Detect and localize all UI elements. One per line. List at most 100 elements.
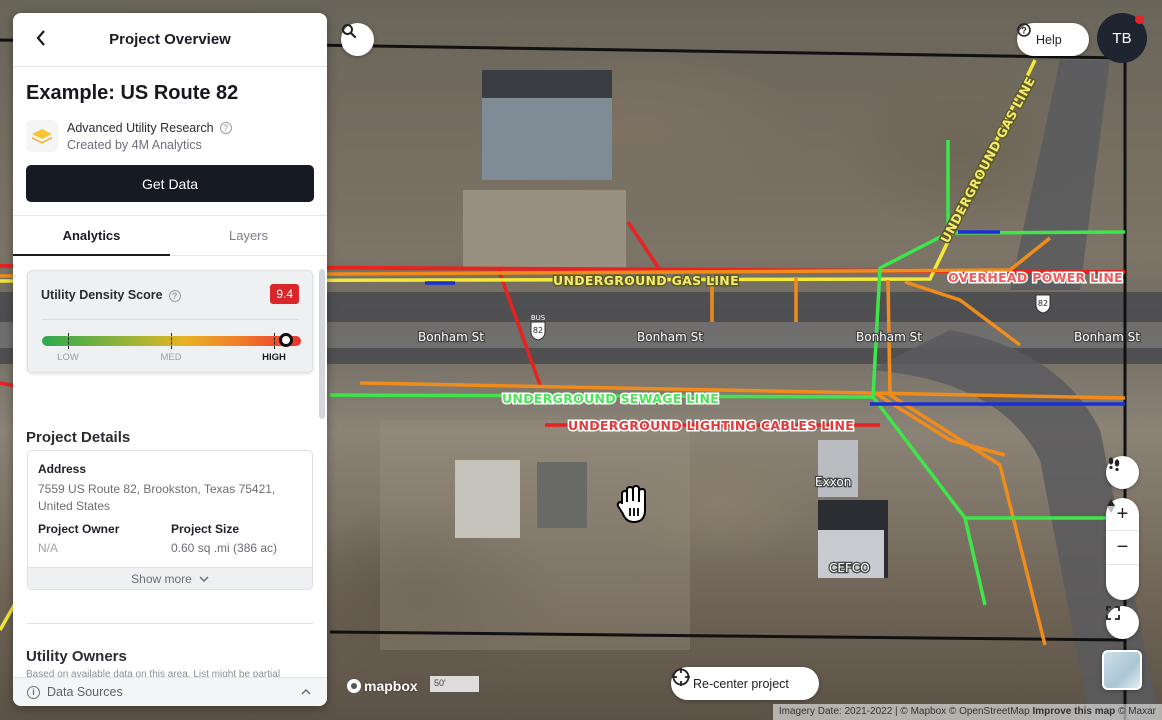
basemap-switcher[interactable] bbox=[1102, 650, 1142, 690]
utility-label-gas: UNDERGROUND GAS LINE bbox=[553, 273, 739, 288]
map-attribution: Imagery Date: 2021-2022 | © Mapbox © Ope… bbox=[772, 704, 1162, 720]
route-shield: 82 BUS bbox=[530, 314, 546, 341]
divider bbox=[27, 623, 313, 624]
show-more-button[interactable]: Show more bbox=[28, 567, 312, 589]
poi-label-cefco: CEFCO bbox=[829, 561, 870, 575]
utility-label-sewage: UNDERGROUND SEWAGE LINE bbox=[502, 391, 719, 406]
building-roof-top bbox=[482, 70, 612, 98]
svg-text:?: ? bbox=[1021, 26, 1027, 36]
panel-header: Project Overview bbox=[13, 13, 327, 67]
get-data-button[interactable]: Get Data bbox=[26, 165, 314, 202]
density-gradient-bar bbox=[42, 333, 301, 349]
maxar-attribution: © Maxar bbox=[1118, 706, 1156, 717]
project-details-card: Address 7559 US Route 82, Brookston, Tex… bbox=[27, 450, 313, 590]
project-details-heading: Project Details bbox=[26, 429, 131, 446]
back-button[interactable] bbox=[35, 28, 55, 52]
plus-icon: + bbox=[1116, 502, 1129, 525]
map-search-button[interactable] bbox=[341, 23, 374, 56]
product-creator: Created by 4M Analytics bbox=[67, 137, 202, 152]
route-shield: 82 bbox=[1035, 294, 1051, 314]
utility-density-card: Utility Density Score? 9.4 LOW MED HIGH bbox=[27, 270, 313, 373]
help-label: Help bbox=[1036, 32, 1062, 47]
notification-dot bbox=[1135, 15, 1144, 24]
data-sources-label: Data Sources bbox=[47, 685, 123, 699]
size-label: Project Size bbox=[171, 522, 240, 536]
panel-tabs: Analytics Layers bbox=[13, 215, 327, 256]
minus-icon: − bbox=[1116, 536, 1129, 558]
mapbox-icon bbox=[347, 679, 361, 693]
level-high: HIGH bbox=[262, 352, 286, 363]
address-label: Address bbox=[38, 462, 87, 476]
analytics-content[interactable]: Utility Density Score? 9.4 LOW MED HIGH … bbox=[13, 257, 327, 677]
product-name: Advanced Utility Research bbox=[67, 120, 214, 135]
layers-icon bbox=[26, 120, 58, 152]
owner-label: Project Owner bbox=[38, 522, 120, 536]
mapbox-logo[interactable]: mapbox bbox=[347, 678, 418, 694]
density-help-icon[interactable]: ? bbox=[168, 289, 181, 302]
route-shield-bus-label: BUS bbox=[531, 314, 546, 322]
divider bbox=[41, 319, 299, 320]
avatar-initials: TB bbox=[1112, 29, 1132, 47]
level-med: MED bbox=[160, 352, 182, 363]
user-avatar[interactable]: TB bbox=[1097, 13, 1147, 63]
utility-label-lighting: UNDERGROUND LIGHTING CABLES LINE bbox=[568, 418, 854, 433]
owner-value: N/A bbox=[38, 541, 59, 555]
size-value: 0.60 sq .mi (386 ac) bbox=[171, 541, 278, 555]
utility-label-power: OVERHEAD POWER LINE bbox=[948, 270, 1123, 285]
show-more-label: Show more bbox=[131, 571, 192, 586]
recenter-label: Re-center project bbox=[693, 676, 789, 691]
utility-owners-heading: Utility Owners bbox=[26, 648, 127, 665]
level-low: LOW bbox=[57, 352, 79, 363]
product-info: Advanced Utility Research? Created by 4M… bbox=[26, 120, 232, 152]
improve-map-link[interactable]: Improve this map bbox=[1032, 706, 1115, 717]
chevron-down-icon bbox=[199, 575, 209, 582]
tick-high bbox=[274, 333, 275, 349]
lot bbox=[380, 420, 690, 650]
address-value: 7559 US Route 82, Brookston, Texas 75421… bbox=[38, 482, 276, 513]
compass-icon bbox=[1107, 499, 1115, 513]
tick-low bbox=[68, 333, 69, 349]
power-line-branch[interactable] bbox=[626, 221, 662, 271]
project-overview-panel: Project Overview Example: US Route 82 Ad… bbox=[13, 13, 327, 706]
utility-owners-subtitle: Based on available data on this area. Li… bbox=[26, 669, 281, 677]
fullscreen-button[interactable] bbox=[1106, 606, 1139, 639]
crosshair-icon bbox=[672, 668, 690, 686]
chevron-left-icon bbox=[36, 30, 45, 46]
attribution-text: Imagery Date: 2021-2022 | © Mapbox © Ope… bbox=[778, 706, 1030, 717]
street-view-button[interactable] bbox=[1106, 456, 1139, 489]
footsteps-icon bbox=[1108, 457, 1120, 471]
tab-layers[interactable]: Layers bbox=[170, 216, 327, 256]
density-marker bbox=[279, 333, 294, 347]
poi-label-exxon: Exxon bbox=[815, 475, 851, 489]
density-score-badge: 9.4 bbox=[270, 284, 299, 304]
search-icon bbox=[342, 24, 357, 39]
road-label-bonham-st: Bonham St bbox=[1074, 330, 1140, 344]
product-help-icon[interactable]: ? bbox=[219, 122, 232, 135]
zoom-controls: + − bbox=[1106, 498, 1139, 600]
scale-label: 50' bbox=[434, 678, 446, 688]
help-icon: ? bbox=[1017, 23, 1031, 37]
utility-label-gas-diagonal: UNDERGROUND GAS LINE bbox=[937, 74, 1038, 245]
fullscreen-icon bbox=[1106, 606, 1120, 620]
compass-button[interactable] bbox=[1106, 499, 1139, 598]
info-icon: i bbox=[27, 685, 40, 699]
mapbox-wordmark: mapbox bbox=[364, 678, 418, 694]
road-label-bonham-st: Bonham St bbox=[856, 330, 922, 344]
parking-lot bbox=[463, 190, 626, 268]
scale-bar: 50' bbox=[429, 676, 480, 693]
road-label-bonham-st: Bonham St bbox=[418, 330, 484, 344]
density-label: Utility Density Score bbox=[41, 288, 163, 302]
chevron-up-icon bbox=[301, 689, 311, 695]
panel-title: Project Overview bbox=[109, 31, 231, 48]
route-shield-number: 82 bbox=[1038, 299, 1048, 308]
road-label-bonham-st: Bonham St bbox=[637, 330, 703, 344]
route-shield-number: 82 bbox=[533, 326, 543, 335]
tick-med bbox=[171, 333, 172, 349]
tab-analytics[interactable]: Analytics bbox=[13, 216, 170, 256]
data-sources-toggle[interactable]: i Data Sources bbox=[13, 677, 327, 706]
project-title: Example: US Route 82 bbox=[26, 82, 239, 104]
recenter-project-button[interactable]: Re-center project bbox=[671, 667, 819, 700]
zoom-out-button[interactable]: − bbox=[1106, 531, 1139, 565]
scrollbar-thumb[interactable] bbox=[319, 269, 325, 419]
help-button[interactable]: ? Help bbox=[1017, 23, 1089, 56]
